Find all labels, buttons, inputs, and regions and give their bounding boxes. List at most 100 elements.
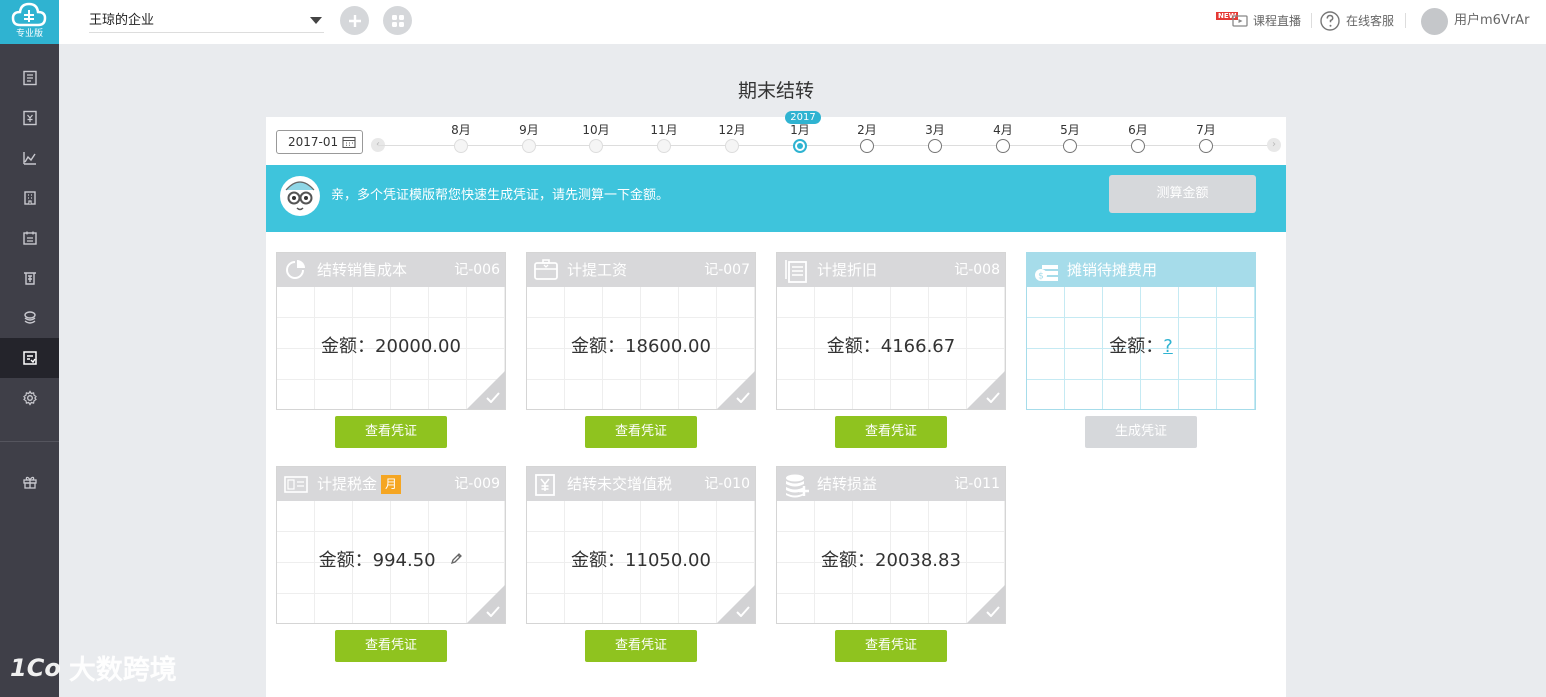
timeline-month-6[interactable]: 1月	[780, 117, 820, 153]
amount-value: 994.50	[372, 550, 436, 571]
view-voucher-button[interactable]: 查看凭证	[335, 630, 447, 662]
month-label: 12月	[718, 123, 746, 137]
voucher-card-sales-cost: 结转销售成本 记-006 金额：20000.00	[276, 252, 506, 410]
sidebar-divider	[0, 441, 59, 442]
timeline-month-5[interactable]: 12月	[712, 117, 752, 153]
checkmark-icon	[736, 392, 750, 403]
month-label: 2月	[857, 123, 877, 137]
month-label: 11月	[650, 123, 678, 137]
watermark: 1Co 大数跨境	[10, 648, 177, 687]
nav-reports[interactable]	[0, 138, 59, 178]
voucher-card-profit-loss: 结转损益 记-011 金额：20038.83	[776, 466, 1006, 624]
amount-label: 金额：	[321, 336, 376, 357]
calendar-icon	[342, 136, 356, 148]
nav-payroll[interactable]	[0, 298, 59, 338]
month-label: 10月	[582, 123, 610, 137]
checkmark-icon	[486, 606, 500, 617]
month-label: 7月	[1196, 123, 1216, 137]
generate-voucher-button[interactable]: 生成凭证	[1085, 416, 1197, 448]
card-amount: 金额：994.50	[277, 550, 505, 572]
timeline-month-4[interactable]: 11月	[644, 117, 684, 153]
timeline-month-3[interactable]: 10月	[576, 117, 616, 153]
timeline-month-2[interactable]: 9月	[509, 117, 549, 153]
card-amount: 金额：?	[1027, 336, 1255, 358]
nav-voucher[interactable]	[0, 58, 59, 98]
view-voucher-button[interactable]: 查看凭证	[335, 416, 447, 448]
card-title: 计提折旧	[817, 261, 878, 279]
documents-icon	[785, 260, 807, 283]
month-dot	[860, 139, 874, 153]
gift-icon	[22, 476, 37, 489]
amount-unknown-link[interactable]: ?	[1163, 336, 1173, 357]
checkmark-icon	[486, 392, 500, 403]
timeline-month-8[interactable]: 3月	[915, 117, 955, 153]
card-header: 计提工资 记-007	[527, 253, 755, 287]
company-name: 王琼的企业	[89, 13, 155, 28]
timeline-month-12[interactable]: 7月	[1186, 117, 1226, 153]
nav-gift[interactable]	[0, 462, 59, 502]
pencil-edit-icon[interactable]	[449, 552, 463, 566]
online-service-label: 在线客服	[1346, 14, 1395, 28]
voucher-code: 记-006	[454, 262, 500, 278]
live-course-link[interactable]: NEW 课程直播	[1216, 11, 1301, 31]
plus-icon	[348, 14, 361, 27]
nav-calendar[interactable]	[0, 218, 59, 258]
timeline-month-1[interactable]: 8月	[441, 117, 481, 153]
chevron-right-icon: ›	[1272, 139, 1276, 150]
voucher-code: 记-010	[704, 476, 750, 492]
month-dot	[1063, 139, 1077, 153]
view-voucher-button[interactable]: 查看凭证	[835, 630, 947, 662]
add-company-button[interactable]	[340, 6, 369, 35]
timeline-month-7[interactable]: 2月	[847, 117, 887, 153]
view-voucher-button[interactable]: 查看凭证	[585, 630, 697, 662]
card-title-text: 计提税金	[317, 475, 378, 493]
voucher-code: 记-007	[704, 262, 750, 278]
checkmark-icon	[986, 392, 1000, 403]
nav-ledger[interactable]	[0, 98, 59, 138]
nav-settings[interactable]	[0, 378, 59, 418]
chevron-down-icon	[310, 17, 322, 24]
completed-corner	[467, 585, 505, 623]
nav-assets[interactable]	[0, 178, 59, 218]
apps-grid-button[interactable]	[383, 6, 412, 35]
user-menu[interactable]: 用户m6VrAr	[1421, 7, 1529, 35]
top-divider	[1405, 13, 1406, 28]
view-voucher-button[interactable]: 查看凭证	[835, 416, 947, 448]
voucher-code: 记-008	[954, 262, 1000, 278]
settings-gear-icon	[22, 390, 37, 406]
amount-value: 11050.00	[625, 550, 711, 571]
period-closing-icon	[22, 351, 37, 365]
voucher-icon	[22, 70, 37, 86]
user-name: 用户m6VrAr	[1454, 13, 1530, 28]
card-amount: 金额：20038.83	[777, 550, 1005, 572]
card-title: 计提税金月	[317, 467, 402, 501]
wallet-icon	[534, 259, 558, 280]
sidebar: 专业版	[0, 0, 59, 697]
nav-invoice[interactable]	[0, 258, 59, 298]
amount-label: 金额：	[821, 550, 876, 571]
company-selector[interactable]: 王琼的企业	[89, 8, 324, 33]
timeline-month-9[interactable]: 4月	[983, 117, 1023, 153]
nav-period-closing[interactable]	[0, 338, 59, 378]
svg-text:$: $	[1038, 272, 1044, 282]
invoice-icon	[23, 272, 36, 285]
timeline-next-button[interactable]: ›	[1267, 138, 1281, 152]
app-logo[interactable]: 专业版	[0, 0, 59, 44]
month-label: 1月	[790, 123, 810, 137]
video-tv-icon	[1232, 15, 1248, 27]
online-service-link[interactable]: 在线客服	[1320, 11, 1394, 31]
timeline-month-11[interactable]: 6月	[1118, 117, 1158, 153]
card-title: 计提工资	[567, 261, 628, 279]
calculate-amount-button[interactable]: 测算金额	[1109, 175, 1256, 213]
card-amount: 金额：20000.00	[277, 336, 505, 358]
voucher-card-salary: 计提工资 记-007 金额：18600.00	[526, 252, 756, 410]
month-label: 9月	[519, 123, 539, 137]
monthly-tag: 月	[381, 475, 402, 494]
month-label: 5月	[1060, 123, 1080, 137]
card-header: 计提折旧 记-008	[777, 253, 1005, 287]
voucher-code: 记-011	[954, 476, 1000, 492]
view-voucher-button[interactable]: 查看凭证	[585, 416, 697, 448]
period-date-picker[interactable]: 2017-01	[276, 130, 363, 154]
month-dot	[1199, 139, 1213, 153]
timeline-month-10[interactable]: 5月	[1050, 117, 1090, 153]
